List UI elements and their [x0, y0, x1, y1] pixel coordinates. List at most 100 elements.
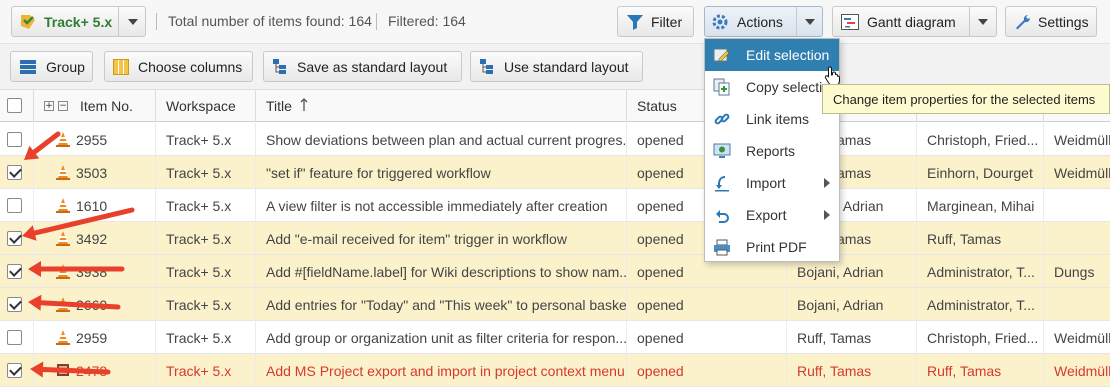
menu-item-import[interactable]: Import [705, 167, 839, 199]
wrench-icon [1014, 13, 1032, 31]
use-standard-layout-button[interactable]: Use standard layout [470, 51, 643, 82]
responsible-cell-text: Marginean, Mihai [927, 197, 1035, 214]
menu-item-edit-selection[interactable]: Edit selection [705, 39, 839, 71]
gantt-diagram-button[interactable]: Gantt diagram [832, 6, 997, 37]
row-checkbox[interactable] [7, 330, 22, 345]
title-cell[interactable]: Add MS Project export and import in proj… [256, 354, 627, 387]
button-split [969, 7, 970, 36]
table-row[interactable]: 2660Track+ 5.xAdd entries for "Today" an… [0, 288, 1110, 321]
header-workspace-label: Workspace [166, 98, 236, 114]
choose-columns-button[interactable]: Choose columns [104, 51, 253, 82]
workspace-cell-text: Track+ 5.x [166, 197, 232, 214]
filter-icon [626, 14, 644, 30]
table-row[interactable]: 1610 Track+ 5.x A view filter is not acces… [0, 189, 1110, 222]
reports-icon [713, 142, 731, 160]
customer-cell [1044, 222, 1110, 255]
red-arrow-icon [14, 124, 68, 173]
workspace-cell: Track+ 5.x [156, 255, 256, 288]
header-item-no[interactable]: + − Item No. [34, 90, 156, 122]
item-no-cell-text: 2959 [76, 329, 108, 346]
customer-cell: Weidmülle [1044, 123, 1110, 156]
assignee-cell-text: Bojani, Adrian [797, 263, 884, 280]
assignee-cell-text: Ruff, Tamas [797, 362, 872, 379]
responsible-cell: Marginean, Mihai [917, 189, 1044, 222]
collapse-all-icon[interactable]: − [58, 101, 68, 111]
workspace-cell-text: Track+ 5.x [166, 263, 232, 280]
header-title[interactable]: Title [256, 90, 627, 122]
save-standard-layout-label: Save as standard layout [297, 58, 448, 75]
copy-selection-icon [713, 78, 731, 96]
table-row[interactable]: 3938Track+ 5.xAdd #[fieldName.label] for… [0, 255, 1110, 288]
responsible-cell: Administrator, T... [917, 288, 1044, 321]
workspace-cell: Track+ 5.x [156, 189, 256, 222]
filter-label: Filter [651, 13, 683, 30]
status-cell-text: opened [637, 296, 684, 313]
sort-ascending-icon [300, 97, 308, 115]
title-cell[interactable]: Show deviations between plan and actual … [256, 123, 627, 156]
menu-item-print-pdf[interactable]: Print PDF [705, 231, 839, 263]
menu-item-link-items[interactable]: Link items [705, 103, 839, 135]
chevron-down-icon[interactable] [128, 19, 138, 25]
responsible-cell: Christoph, Fried... [917, 321, 1044, 354]
title-cell[interactable]: Add #[fieldName.label] for Wiki descript… [256, 255, 627, 288]
tooltip-text: Change item properties for the selected … [833, 91, 1096, 107]
select-all-checkbox[interactable] [7, 98, 22, 113]
workspace-cell-text: Track+ 5.x [166, 362, 232, 379]
menu-item-export[interactable]: Export [705, 199, 839, 231]
filter-button[interactable]: Filter [617, 6, 694, 37]
edit-selection-tooltip: Change item properties for the selected … [822, 84, 1110, 114]
chevron-down-icon[interactable] [805, 19, 815, 25]
header-status-label: Status [637, 98, 677, 114]
menu-item-reports[interactable]: Reports [705, 135, 839, 167]
table-row[interactable]: 3492 Track+ 5.x Add "e-mail received for i… [0, 222, 1110, 255]
print-icon [713, 238, 731, 256]
row-select-cell [0, 321, 34, 354]
customer-cell-text: Dungs [1054, 263, 1095, 280]
table-row[interactable]: 3503 Track+ 5.x "set if" feature for trigg… [0, 156, 1110, 189]
status-cell: opened [627, 321, 787, 354]
menu-item-copy-selection[interactable]: Copy selection [705, 71, 839, 103]
responsible-cell-text: Christoph, Fried... [927, 329, 1039, 346]
customer-cell-text: Weidmülle [1054, 131, 1110, 148]
customer-cell: Weidmülle [1044, 156, 1110, 189]
responsible-cell: Christoph, Fried... [917, 123, 1044, 156]
project-selector-button[interactable]: Track+ 5.x [11, 6, 146, 37]
menu-item-label: Print PDF [746, 239, 807, 255]
save-standard-layout-button[interactable]: Save as standard layout [263, 51, 462, 82]
title-cell[interactable]: "set if" feature for triggered workflow [256, 156, 627, 189]
status-cell-text: opened [637, 362, 684, 379]
customer-cell: Dungs [1044, 255, 1110, 288]
project-icon [18, 13, 38, 31]
actions-button[interactable]: Actions [704, 6, 823, 37]
responsible-cell-text: Christoph, Fried... [927, 131, 1039, 148]
menu-item-label: Export [746, 207, 787, 223]
chevron-down-icon[interactable] [978, 19, 988, 25]
settings-button[interactable]: Settings [1005, 6, 1097, 37]
responsible-cell: Ruff, Tamas [917, 354, 1044, 387]
title-cell-text: Add #[fieldName.label] for Wiki descript… [266, 263, 627, 280]
table-row[interactable]: 2959 Track+ 5.x Add group or organization … [0, 321, 1110, 354]
actions-menu: Edit selection Copy selection Link items Re… [704, 38, 840, 262]
link-icon [713, 110, 731, 128]
use-standard-layout-label: Use standard layout [504, 58, 629, 75]
expand-all-icon[interactable]: + [44, 101, 54, 111]
group-button[interactable]: Group [10, 51, 93, 82]
title-cell-text: Add group or organization unit as filter… [266, 329, 627, 346]
title-cell-text: A view filter is not accessible immediat… [266, 197, 608, 214]
submenu-arrow-icon [824, 210, 830, 220]
button-split [796, 7, 797, 36]
title-cell[interactable]: Add "e-mail received for item" trigger i… [256, 222, 627, 255]
red-arrow-icon [18, 259, 132, 282]
table-row[interactable]: 2955 Track+ 5.x Show deviations between pl… [0, 123, 1110, 156]
title-cell[interactable]: Add group or organization unit as filter… [256, 321, 627, 354]
table-row[interactable]: 2478Track+ 5.xAdd MS Project export and … [0, 354, 1110, 387]
top-toolbar: Track+ 5.x Total number of items found: … [0, 0, 1110, 44]
assignee-cell: Bojani, Adrian [787, 288, 917, 321]
title-cell[interactable]: Add entries for "Today" and "This week" … [256, 288, 627, 321]
project-label: Track+ 5.x [44, 13, 113, 30]
title-cell[interactable]: A view filter is not accessible immediat… [256, 189, 627, 222]
header-workspace[interactable]: Workspace [156, 90, 256, 122]
export-icon [713, 206, 731, 224]
status-cell-text: opened [637, 131, 684, 148]
workspace-cell: Track+ 5.x [156, 222, 256, 255]
